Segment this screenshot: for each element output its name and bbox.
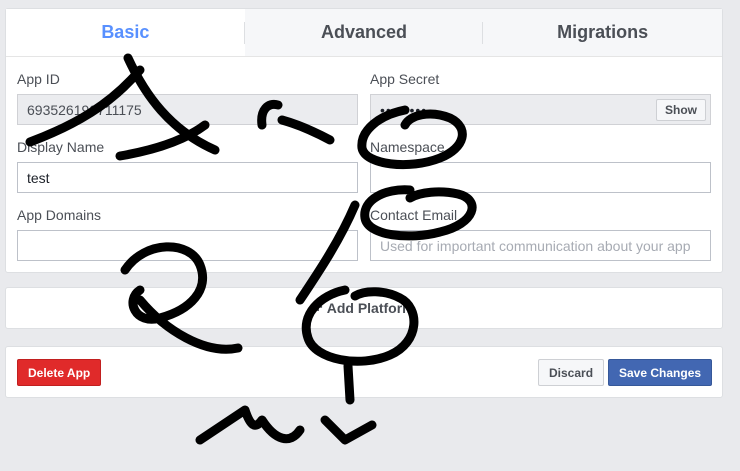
delete-app-button[interactable]: Delete App <box>17 359 102 386</box>
namespace-field[interactable] <box>370 162 711 193</box>
app-id-field[interactable]: 693526190711175 <box>17 94 358 125</box>
app-secret-label: App Secret <box>370 71 440 87</box>
app-id-value: 693526190711175 <box>27 101 142 118</box>
namespace-label: Namespace <box>370 139 445 155</box>
display-name-field[interactable]: test <box>17 162 358 193</box>
tab-migrations[interactable]: Migrations <box>483 9 722 56</box>
tab-bar: Basic Advanced Migrations <box>6 9 722 57</box>
tab-advanced-label: Advanced <box>320 22 408 42</box>
show-secret-button[interactable]: Show <box>656 99 706 121</box>
contact-email-field[interactable]: Used for important communication about y… <box>370 230 711 261</box>
tab-migrations-label: Migrations <box>557 22 649 42</box>
add-platform-label: Add Platform <box>326 300 415 316</box>
tab-advanced[interactable]: Advanced <box>245 9 484 56</box>
app-domains-label: App Domains <box>17 207 102 223</box>
add-platform-button[interactable]: + Add Platform <box>6 288 722 328</box>
app-id-label: App ID <box>17 71 60 87</box>
scribble-bottom <box>195 405 377 445</box>
plus-icon: + <box>313 299 323 316</box>
contact-email-label: Contact Email <box>370 207 458 223</box>
footer-actions: Delete App Discard Save Changes <box>5 346 723 398</box>
app-secret-value: •••••••• <box>380 101 428 118</box>
save-changes-button[interactable]: Save Changes <box>608 359 713 386</box>
platform-panel: + Add Platform <box>5 287 723 329</box>
tab-basic-label: Basic <box>101 22 150 42</box>
discard-button[interactable]: Discard <box>538 359 605 386</box>
display-name-value: test <box>27 169 50 186</box>
tab-basic[interactable]: Basic <box>6 9 245 56</box>
app-secret-field[interactable]: •••••••• Show <box>370 94 711 125</box>
display-name-label: Display Name <box>17 139 105 155</box>
contact-email-placeholder: Used for important communication about y… <box>380 237 691 254</box>
app-domains-field[interactable] <box>17 230 358 261</box>
app-settings-panel: Basic Advanced Migrations App ID 6935261… <box>5 8 723 273</box>
